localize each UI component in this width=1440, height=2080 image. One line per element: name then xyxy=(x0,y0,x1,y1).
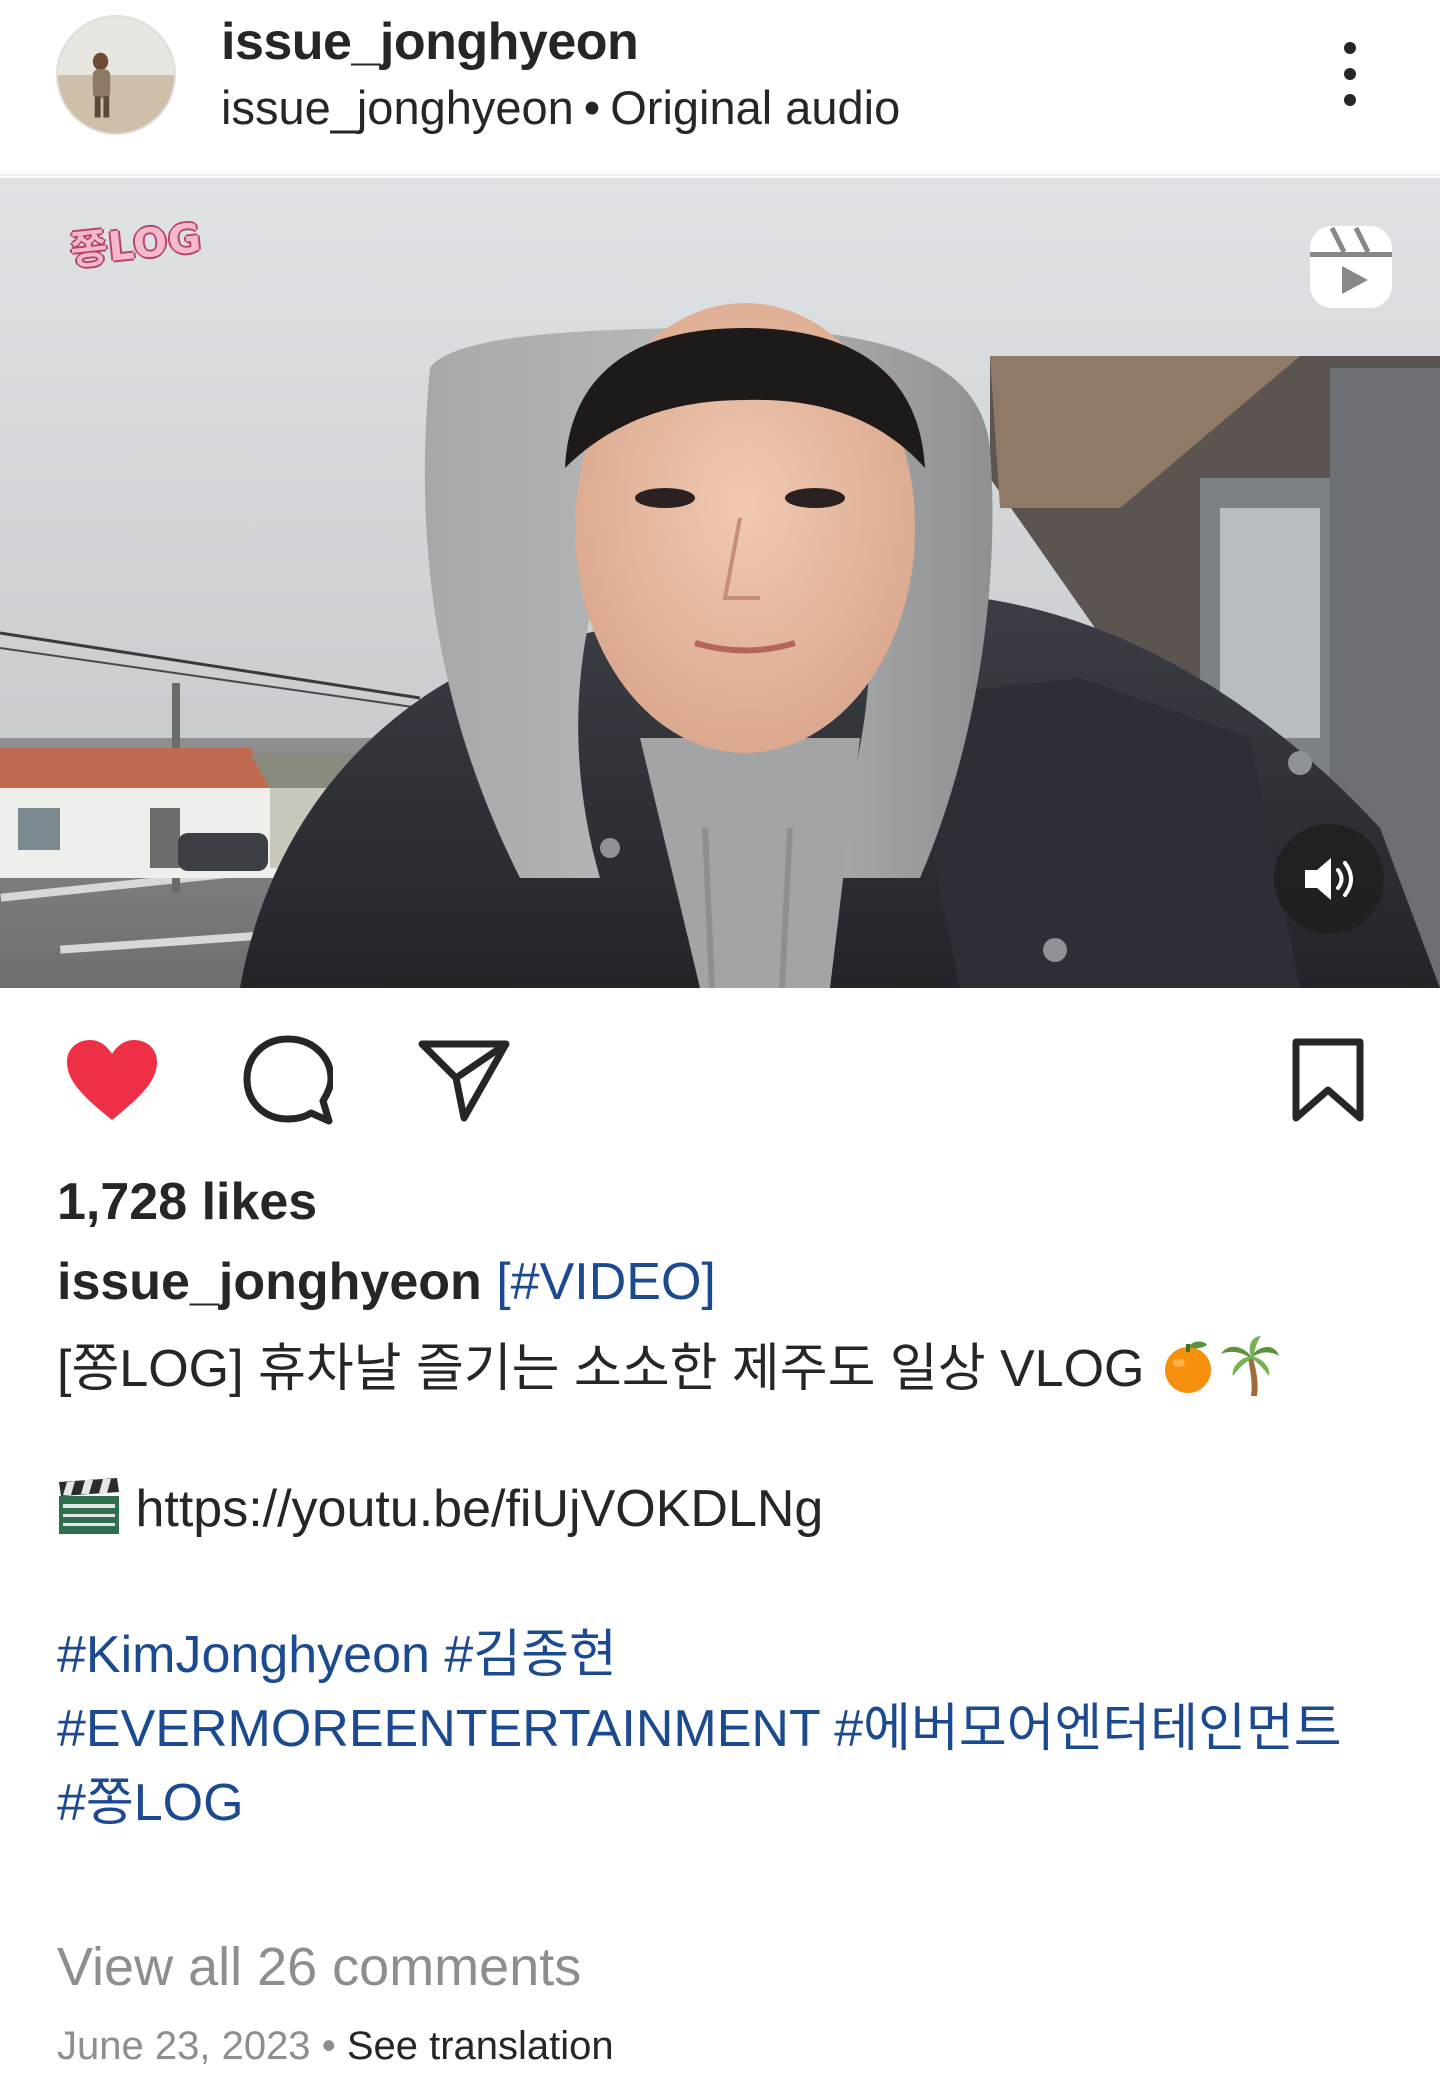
sound-toggle-button[interactable] xyxy=(1274,824,1384,934)
hashtags: #KimJonghyeon #김종현 #EVERMOREENTERTAINMEN… xyxy=(57,1618,1377,1840)
action-bar xyxy=(0,1020,1440,1130)
caption-header: issue_jonghyeon [#VIDEO] xyxy=(57,1252,716,1312)
save-button[interactable] xyxy=(1280,1032,1376,1128)
share-button[interactable] xyxy=(416,1032,512,1128)
heart-filled-icon xyxy=(67,1040,157,1120)
paper-plane-icon xyxy=(418,1040,510,1122)
post-header: issue_jonghyeon issue_jonghyeon • Original… xyxy=(0,0,1440,176)
caption-username[interactable]: issue_jonghyeon xyxy=(57,1253,482,1311)
header-username[interactable]: issue_jonghyeon xyxy=(221,12,639,72)
hashtags-line-1[interactable]: #KimJonghyeon #김종현 xyxy=(57,1618,1377,1692)
youtube-link[interactable]: https://youtu.be/fiUjVOKDLNg xyxy=(135,1480,823,1538)
audio-line: issue_jonghyeon • Original audio xyxy=(221,80,900,135)
video-frame xyxy=(0,178,1440,988)
avatar-photo xyxy=(58,17,174,133)
avatar[interactable] xyxy=(56,15,176,135)
audio-separator: • xyxy=(583,81,601,134)
caption-link-line: https://youtu.be/fiUjVOKDLNg xyxy=(57,1476,823,1549)
meta-separator: • xyxy=(321,2024,336,2068)
reels-icon xyxy=(1306,222,1396,312)
clapper-board-emoji-icon xyxy=(57,1476,121,1549)
palm-tree-emoji-icon xyxy=(1217,1334,1281,1411)
post-video[interactable]: 쫑LOG xyxy=(0,178,1440,988)
caption-video-tag[interactable]: [#VIDEO] xyxy=(496,1253,716,1311)
audio-label[interactable]: Original audio xyxy=(610,81,900,134)
more-vertical-icon[interactable] xyxy=(1320,36,1380,112)
caption-title-text: [쫑LOG] 휴차날 즐기는 소소한 제주도 일상 VLOG xyxy=(57,1340,1145,1398)
post-meta: June 23, 2023 • See translation xyxy=(57,2024,614,2069)
tangerine-emoji-icon xyxy=(1159,1337,1217,1408)
comment-button[interactable] xyxy=(240,1032,336,1128)
audio-owner[interactable]: issue_jonghyeon xyxy=(221,81,574,134)
bookmark-icon xyxy=(1292,1038,1364,1122)
hashtags-line-2[interactable]: #EVERMOREENTERTAINMENT #에버모어엔터테인먼트 xyxy=(57,1692,1377,1766)
likes-count[interactable]: 1,728 likes xyxy=(57,1172,317,1232)
like-button[interactable] xyxy=(64,1032,160,1128)
post-date: June 23, 2023 xyxy=(57,2024,311,2068)
speaker-icon xyxy=(1305,858,1353,900)
caption-title: [쫑LOG] 휴차날 즐기는 소소한 제주도 일상 VLOG xyxy=(57,1326,1281,1411)
comment-bubble-icon xyxy=(243,1035,333,1125)
see-translation-link[interactable]: See translation xyxy=(347,2024,614,2068)
hashtags-line-3[interactable]: #쫑LOG xyxy=(57,1766,1377,1840)
view-all-comments-link[interactable]: View all 26 comments xyxy=(57,1936,581,1998)
